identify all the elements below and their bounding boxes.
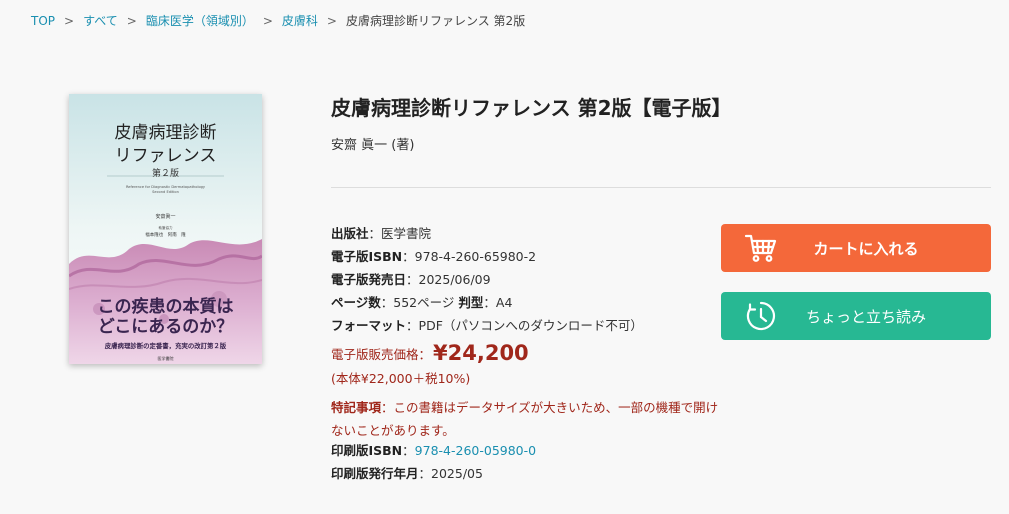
publisher-value: 医学書院 xyxy=(381,226,432,241)
print-isbn-row: 印刷版ISBN：978-4-260-05980-0 xyxy=(331,443,537,458)
breadcrumb-current: 皮膚病理診断リファレンス 第2版 xyxy=(345,14,526,28)
print-date-row: 印刷版発行年月：2025/05 xyxy=(331,466,483,481)
add-to-cart-button[interactable]: カートに入れる xyxy=(721,224,991,272)
size-value: A4 xyxy=(495,295,513,310)
product-title: 皮膚病理診断リファレンス 第2版【電子版】 xyxy=(331,96,732,120)
preview-button[interactable]: ちょっと立ち読み xyxy=(721,292,991,340)
cover-english-title: Reference for Diagnostic Dermatopatholog… xyxy=(126,185,206,189)
breadcrumb-separator: > xyxy=(126,13,137,28)
breadcrumb-top[interactable]: TOP xyxy=(31,14,55,28)
breadcrumb-clinical[interactable]: 臨床医学（領域別） xyxy=(146,12,254,29)
product-details: 出版社：医学書院 電子版ISBN：978-4-260-65980-2 電子版発売… xyxy=(331,226,731,489)
cover-publisher: 医学書院 xyxy=(158,355,174,361)
release-date-row: 電子版発売日：2025/06/09 xyxy=(331,272,491,287)
eisbn-label: 電子版ISBN xyxy=(331,249,403,264)
release-date-label: 電子版発売日 xyxy=(331,272,407,287)
cover-title-line1: 皮膚病理診断 xyxy=(115,123,217,143)
clock-icon xyxy=(741,296,781,336)
cover-author: 安齋眞一 xyxy=(155,213,175,220)
shopping-cart-icon xyxy=(741,228,781,268)
cover-coauthors: 福本隆也 阿南 隆 xyxy=(145,231,186,238)
preview-label: ちょっと立ち読み xyxy=(805,307,926,326)
price-row: 電子版販売価格： ¥24,200 xyxy=(331,337,731,369)
cover-catch-line1: この疾患の本質は xyxy=(98,296,234,317)
eisbn-row: 電子版ISBN：978-4-260-65980-2 xyxy=(331,249,537,264)
price-value: ¥24,200 xyxy=(433,341,529,365)
pages-row: ページ数：552ページ 判型：A4 xyxy=(331,295,513,310)
product-author: 安齋 眞一 (著) xyxy=(331,138,415,153)
publisher-row: 出版社：医学書院 xyxy=(331,226,432,241)
breadcrumb-separator: > xyxy=(262,13,273,28)
breadcrumb-separator: > xyxy=(326,13,337,28)
cover-title-line2: リファレンス xyxy=(115,146,217,166)
breadcrumb-dermatology[interactable]: 皮膚科 xyxy=(282,12,318,29)
book-cover-image[interactable]: 皮膚病理診断 リファレンス 第２版 Reference for Diagnost… xyxy=(69,94,262,364)
cover-edition: 第２版 xyxy=(152,167,179,179)
publisher-label: 出版社 xyxy=(331,226,369,241)
format-value: PDF（パソコンへのダウンロード不可） xyxy=(418,318,643,333)
print-date-label: 印刷版発行年月 xyxy=(331,466,419,481)
breadcrumb-all[interactable]: すべて xyxy=(83,12,118,29)
breadcrumb: TOP > すべて > 臨床医学（領域別） > 皮膚科 > 皮膚病理診断リファレ… xyxy=(31,12,525,29)
add-to-cart-label: カートに入れる xyxy=(813,239,919,258)
print-date-value: 2025/05 xyxy=(431,466,483,481)
release-date-value: 2025/06/09 xyxy=(418,272,491,287)
notes-value: この書籍はデータサイズが大きいため、一部の機種で開けないことがあります。 xyxy=(331,400,719,438)
pages-label: ページ数 xyxy=(331,295,381,310)
cover-cooperation-label: 執筆協力 xyxy=(159,225,173,230)
divider xyxy=(331,187,991,188)
format-label: フォーマット xyxy=(331,318,407,333)
print-isbn-label: 印刷版ISBN xyxy=(331,443,403,458)
eisbn-value: 978-4-260-65980-2 xyxy=(414,249,537,264)
price-label: 電子版販売価格： xyxy=(331,346,432,362)
size-label: 判型 xyxy=(458,295,484,310)
tax-note: (本体¥22,000＋税10%) xyxy=(331,371,471,386)
special-notes: 特記事項：この書籍はデータサイズが大きいため、一部の機種で開けないことがあります… xyxy=(331,400,719,438)
pages-value: 552ページ xyxy=(393,295,455,310)
cover-subcatch: 皮膚病理診断の定番書，充実の改訂第２版 xyxy=(104,341,227,350)
notes-label: 特記事項 xyxy=(331,400,382,415)
cover-english-edition: Second Edition xyxy=(152,190,179,194)
print-isbn-link[interactable]: 978-4-260-05980-0 xyxy=(415,443,536,458)
breadcrumb-separator: > xyxy=(64,13,75,28)
cover-catch-line2: どこにあるのか？ xyxy=(98,317,234,337)
